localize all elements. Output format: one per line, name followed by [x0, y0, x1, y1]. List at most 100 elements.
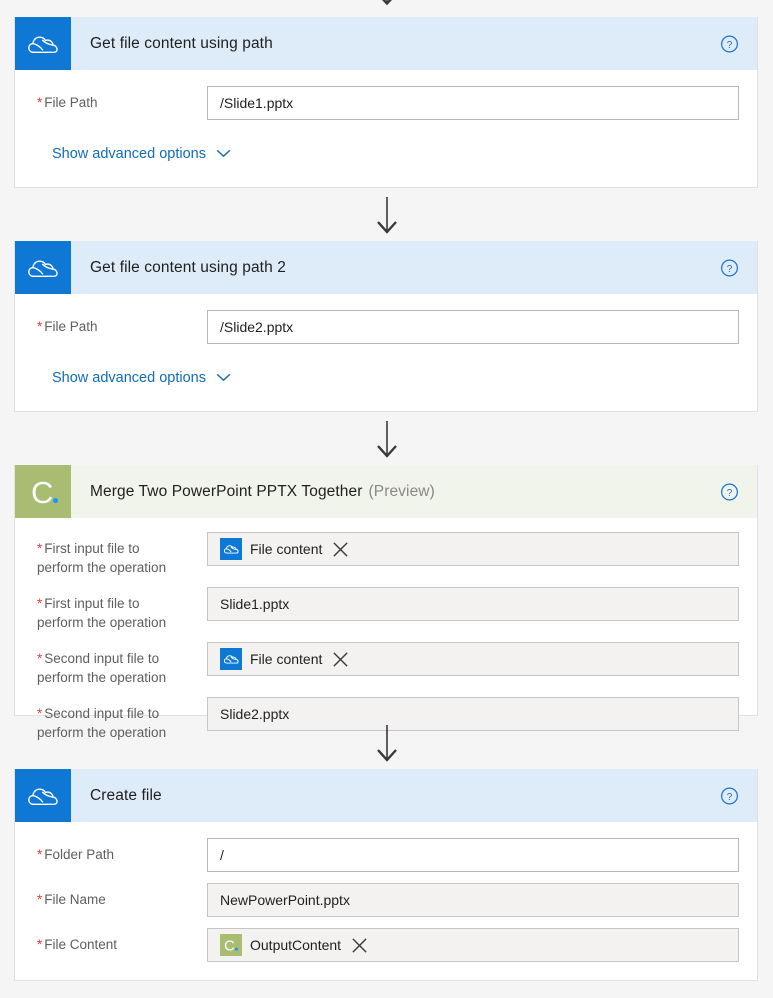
action-card-get-file-content-using-path[interactable]: Get file content using path ? * File Path…	[14, 17, 758, 188]
card-title: Create file	[71, 769, 168, 822]
close-x-icon[interactable]	[332, 541, 349, 558]
svg-text:?: ?	[727, 263, 733, 274]
connector-arrow-top	[0, 0, 773, 6]
svg-text:C: C	[31, 475, 53, 510]
folder-path-input[interactable]: /	[207, 838, 739, 872]
required-asterisk: *	[37, 937, 43, 952]
field-label-text: File Content	[44, 937, 118, 952]
field-row-first-input-file-token: * First input file to perform the operati…	[37, 532, 739, 577]
first-input-file-name-input[interactable]: Slide1.pptx	[207, 587, 739, 621]
connector-arrow-2	[0, 421, 773, 461]
field-row-file-path: * File Path /Slide1.pptx	[37, 86, 739, 120]
card-title-text: Get file content using path	[90, 34, 273, 52]
onedrive-cloud-icon	[15, 769, 71, 822]
second-input-file-name-input[interactable]: Slide2.pptx	[207, 697, 739, 731]
help-circle-icon[interactable]: ?	[720, 258, 739, 277]
action-card-get-file-content-using-path-2[interactable]: Get file content using path 2 ? * File Pa…	[14, 241, 758, 412]
card-header[interactable]: Get file content using path ?	[15, 17, 757, 70]
required-asterisk: *	[37, 319, 43, 334]
card-body: * File Path /Slide1.pptx Show advanced op…	[15, 70, 757, 181]
field-label: * File Path	[37, 310, 207, 336]
required-asterisk: *	[37, 706, 43, 721]
file-path-input[interactable]: /Slide2.pptx	[207, 310, 739, 344]
card-body: * File Path /Slide2.pptx Show advanced op…	[15, 294, 757, 405]
onedrive-cloud-icon	[15, 241, 71, 294]
field-label-text: Second input file to perform the operati…	[37, 651, 167, 685]
card-header[interactable]: Create file ?	[15, 769, 757, 822]
card-body: * First input file to perform the operati…	[15, 518, 757, 758]
token-label: File content	[250, 541, 323, 557]
card-title-text: Merge Two PowerPoint PPTX Together	[90, 482, 363, 500]
field-control: File content	[207, 532, 739, 566]
token-chip[interactable]: File content	[220, 538, 349, 560]
field-row-second-input-file-text: * Second input file to perform the operat…	[37, 697, 739, 742]
field-row-file-content: * File Content C OutputContent	[37, 928, 739, 962]
required-asterisk: *	[37, 95, 43, 110]
action-card-merge-two-powerpoint-pptx-together[interactable]: C Merge Two PowerPoint PPTX Together (Pr…	[14, 465, 758, 740]
token-label: File content	[250, 651, 323, 667]
field-control: /Slide1.pptx	[207, 86, 739, 120]
card-body: * Folder Path / * File Name NewPowerPoint.…	[15, 822, 757, 980]
show-advanced-options-label: Show advanced options	[52, 146, 206, 162]
field-row-second-input-file-token: * Second input file to perform the operat…	[37, 642, 739, 687]
field-label-text: File Name	[44, 892, 106, 907]
token-label: OutputContent	[250, 937, 342, 953]
field-row-file-name: * File Name NewPowerPoint.pptx	[37, 883, 739, 917]
chevron-down-icon	[216, 370, 231, 386]
close-x-icon[interactable]	[351, 937, 368, 954]
required-asterisk: *	[37, 847, 43, 862]
field-label: * First input file to perform the operati…	[37, 587, 207, 632]
field-control: NewPowerPoint.pptx	[207, 883, 739, 917]
field-label-text: First input file to perform the operatio…	[37, 596, 167, 630]
show-advanced-options-link[interactable]: Show advanced options	[52, 146, 231, 162]
cloudmersive-c-icon: C	[15, 465, 71, 518]
card-title: Get file content using path 2	[71, 241, 292, 294]
field-label: * File Path	[37, 86, 207, 112]
token-chip[interactable]: File content	[220, 648, 349, 670]
field-label-text: File Path	[44, 95, 98, 110]
field-label-text: File Path	[44, 319, 98, 334]
first-input-file-token-field[interactable]: File content	[207, 532, 739, 566]
card-preview-tag: (Preview)	[368, 482, 435, 500]
field-control: Slide1.pptx	[207, 587, 739, 621]
field-label: * First input file to perform the operati…	[37, 532, 207, 577]
card-title: Merge Two PowerPoint PPTX Together (Prev…	[71, 465, 435, 518]
field-control: File content	[207, 642, 739, 676]
field-label-text: First input file to perform the operatio…	[37, 541, 167, 575]
field-label: * Second input file to perform the operat…	[37, 697, 207, 742]
show-advanced-options-link[interactable]: Show advanced options	[52, 370, 231, 386]
card-header[interactable]: Get file content using path 2 ?	[15, 241, 757, 294]
field-label: * File Name	[37, 883, 207, 909]
card-title-text: Get file content using path 2	[90, 258, 286, 276]
onedrive-cloud-icon	[220, 538, 242, 560]
field-label: * Second input file to perform the operat…	[37, 642, 207, 687]
field-control: Slide2.pptx	[207, 697, 739, 731]
help-circle-icon[interactable]: ?	[720, 34, 739, 53]
required-asterisk: *	[37, 596, 43, 611]
field-label-text: Second input file to perform the operati…	[37, 706, 167, 740]
onedrive-cloud-icon	[15, 17, 71, 70]
field-control: C OutputContent	[207, 928, 739, 962]
help-circle-icon[interactable]: ?	[720, 482, 739, 501]
close-x-icon[interactable]	[332, 651, 349, 668]
second-input-file-token-field[interactable]: File content	[207, 642, 739, 676]
svg-text:?: ?	[727, 791, 733, 802]
field-label-text: Folder Path	[44, 847, 115, 862]
field-control: /Slide2.pptx	[207, 310, 739, 344]
cloudmersive-c-icon: C	[220, 934, 242, 956]
file-path-input[interactable]: /Slide1.pptx	[207, 86, 739, 120]
help-circle-icon[interactable]: ?	[720, 786, 739, 805]
required-asterisk: *	[37, 651, 43, 666]
field-row-folder-path: * Folder Path /	[37, 838, 739, 872]
file-content-token-field[interactable]: C OutputContent	[207, 928, 739, 962]
file-name-input[interactable]: NewPowerPoint.pptx	[207, 883, 739, 917]
token-chip[interactable]: C OutputContent	[220, 934, 368, 956]
card-title: Get file content using path	[71, 17, 279, 70]
card-header[interactable]: C Merge Two PowerPoint PPTX Together (Pr…	[15, 465, 757, 518]
field-row-first-input-file-text: * First input file to perform the operati…	[37, 587, 739, 632]
chevron-down-icon	[216, 146, 231, 162]
action-card-create-file[interactable]: Create file ? * Folder Path / * File Name	[14, 769, 758, 981]
field-control: /	[207, 838, 739, 872]
svg-text:C: C	[224, 939, 235, 955]
svg-text:?: ?	[727, 39, 733, 50]
